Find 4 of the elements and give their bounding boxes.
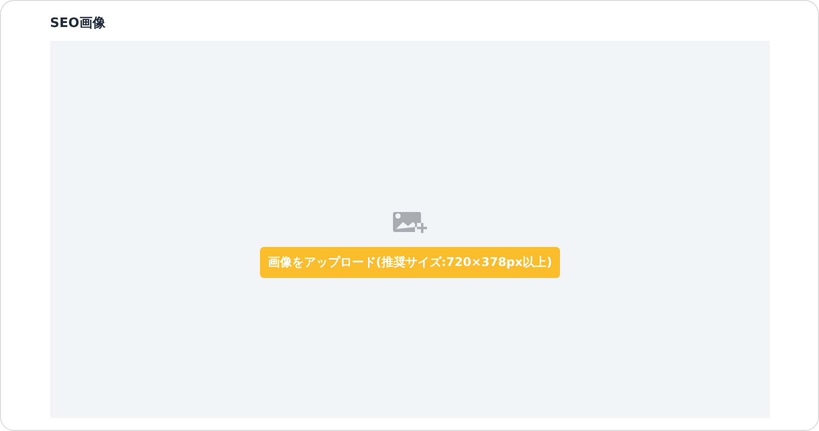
upload-image-button[interactable]: 画像をアップロード(推奨サイズ:720×378px以上) bbox=[260, 247, 560, 278]
upload-area[interactable]: 画像をアップロード(推奨サイズ:720×378px以上) bbox=[50, 41, 770, 418]
section-title: SEO画像 bbox=[50, 15, 106, 33]
add-image-icon bbox=[393, 211, 427, 233]
